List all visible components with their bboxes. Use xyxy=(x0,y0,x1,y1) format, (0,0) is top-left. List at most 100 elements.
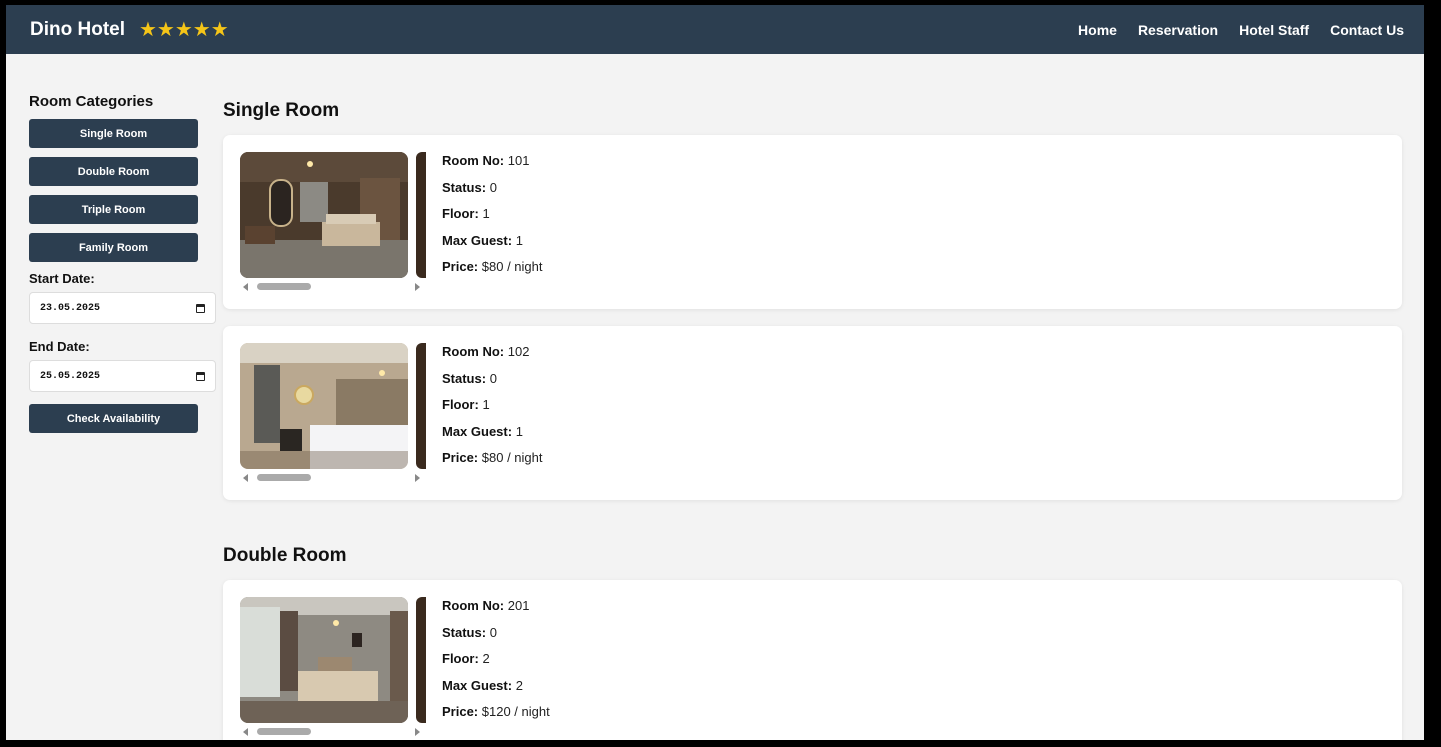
status-row: Status: 0 xyxy=(442,180,542,207)
status-label: Status: xyxy=(442,370,487,386)
scroll-left-arrow-icon[interactable] xyxy=(243,728,248,736)
room-gallery[interactable] xyxy=(240,343,426,483)
floor-value: 2 xyxy=(482,651,490,666)
calendar-icon[interactable] xyxy=(196,303,205,313)
gallery-scrollbar[interactable] xyxy=(240,725,426,737)
room-card: Room No: 201 Status: 0 Floor: 2 Max Gues… xyxy=(223,580,1402,740)
start-date-input[interactable]: 23.05.2025 xyxy=(29,292,216,324)
room-no-value: 201 xyxy=(507,598,530,613)
room-details: Room No: 101 Status: 0 Floor: 1 Max Gues… xyxy=(442,153,542,286)
price-row: Price: $80 / night xyxy=(442,450,542,477)
calendar-icon[interactable] xyxy=(196,371,205,381)
page-frame: Dino Hotel ★★★★★ Home Reservation Hotel … xyxy=(6,5,1424,740)
max-guest-row: Max Guest: 1 xyxy=(442,424,542,451)
nav-contact-us[interactable]: Contact Us xyxy=(1330,22,1404,38)
room-no-row: Room No: 102 xyxy=(442,344,542,371)
scroll-thumb[interactable] xyxy=(257,474,311,481)
max-guest-label: Max Guest: xyxy=(442,677,513,693)
status-value: 0 xyxy=(489,370,497,386)
scroll-thumb[interactable] xyxy=(257,283,311,290)
room-no-value: 102 xyxy=(507,344,530,359)
next-photo-preview[interactable] xyxy=(416,343,426,469)
scroll-right-arrow-icon[interactable] xyxy=(415,283,420,291)
end-date-input[interactable]: 25.05.2025 xyxy=(29,360,216,392)
family-room-button[interactable]: Family Room xyxy=(29,233,198,262)
max-guest-row: Max Guest: 1 xyxy=(442,233,542,260)
room-categories-heading: Room Categories xyxy=(29,93,154,110)
main-content: Single Room Room No: 101 Status: 0 Floor… xyxy=(223,100,1402,740)
floor-label: Floor: xyxy=(442,206,479,221)
room-no-row: Room No: 201 xyxy=(442,598,550,625)
scroll-left-arrow-icon[interactable] xyxy=(243,283,248,291)
max-guest-label: Max Guest: xyxy=(442,423,513,439)
sidebar: Room Categories Single Room Double Room … xyxy=(29,93,216,433)
price-row: Price: $120 / night xyxy=(442,704,550,731)
end-date-label: End Date: xyxy=(29,339,90,354)
max-guest-label: Max Guest: xyxy=(442,232,513,248)
scroll-left-arrow-icon[interactable] xyxy=(243,474,248,482)
next-photo-preview[interactable] xyxy=(416,597,426,723)
nav-home[interactable]: Home xyxy=(1078,22,1117,38)
price-label: Price: xyxy=(442,259,479,274)
status-value: 0 xyxy=(489,179,497,195)
section-title-double: Double Room xyxy=(223,545,347,566)
max-guest-row: Max Guest: 2 xyxy=(442,678,550,705)
room-no-value: 101 xyxy=(507,153,530,168)
max-guest-value: 1 xyxy=(515,423,523,439)
start-date-value: 23.05.2025 xyxy=(40,302,101,314)
status-value: 0 xyxy=(489,624,497,640)
price-value: $80 / night xyxy=(481,259,543,274)
scroll-right-arrow-icon[interactable] xyxy=(415,728,420,736)
price-value: $80 / night xyxy=(481,450,543,465)
room-details: Room No: 102 Status: 0 Floor: 1 Max Gues… xyxy=(442,344,542,477)
floor-label: Floor: xyxy=(442,651,479,666)
scroll-right-arrow-icon[interactable] xyxy=(415,474,420,482)
double-room-button[interactable]: Double Room xyxy=(29,157,198,186)
gallery-scrollbar[interactable] xyxy=(240,471,426,483)
status-row: Status: 0 xyxy=(442,625,550,652)
triple-room-button[interactable]: Triple Room xyxy=(29,195,198,224)
price-label: Price: xyxy=(442,450,479,465)
brand: Dino Hotel ★★★★★ xyxy=(30,17,229,42)
nav-links: Home Reservation Hotel Staff Contact Us xyxy=(1078,22,1404,38)
room-no-row: Room No: 101 xyxy=(442,153,542,180)
floor-row: Floor: 2 xyxy=(442,651,550,678)
single-room-button[interactable]: Single Room xyxy=(29,119,198,148)
floor-value: 1 xyxy=(482,206,490,221)
scroll-thumb[interactable] xyxy=(257,728,311,735)
start-date-label: Start Date: xyxy=(29,271,95,286)
room-photo xyxy=(240,597,408,723)
next-photo-preview[interactable] xyxy=(416,152,426,278)
section-title-single: Single Room xyxy=(223,100,340,121)
price-label: Price: xyxy=(442,704,479,719)
nav-hotel-staff[interactable]: Hotel Staff xyxy=(1239,22,1309,38)
room-no-label: Room No: xyxy=(442,344,505,359)
max-guest-value: 1 xyxy=(515,232,523,248)
brand-title[interactable]: Dino Hotel xyxy=(30,19,125,41)
gallery-scrollbar[interactable] xyxy=(240,280,426,292)
room-gallery[interactable] xyxy=(240,152,426,292)
room-no-label: Room No: xyxy=(442,153,505,168)
nav-reservation[interactable]: Reservation xyxy=(1138,22,1218,38)
room-details: Room No: 201 Status: 0 Floor: 2 Max Gues… xyxy=(442,598,550,731)
price-row: Price: $80 / night xyxy=(442,259,542,286)
max-guest-value: 2 xyxy=(515,677,523,693)
floor-label: Floor: xyxy=(442,397,479,412)
status-row: Status: 0 xyxy=(442,371,542,398)
status-label: Status: xyxy=(442,624,487,640)
star-rating: ★★★★★ xyxy=(139,19,229,41)
floor-row: Floor: 1 xyxy=(442,397,542,424)
room-photo xyxy=(240,152,408,278)
price-value: $120 / night xyxy=(481,704,550,719)
room-card: Room No: 102 Status: 0 Floor: 1 Max Gues… xyxy=(223,326,1402,500)
check-availability-button[interactable]: Check Availability xyxy=(29,404,198,433)
floor-row: Floor: 1 xyxy=(442,206,542,233)
floor-value: 1 xyxy=(482,397,490,412)
room-gallery[interactable] xyxy=(240,597,426,737)
navbar: Dino Hotel ★★★★★ Home Reservation Hotel … xyxy=(6,5,1424,54)
status-label: Status: xyxy=(442,179,487,195)
room-photo xyxy=(240,343,408,469)
room-card: Room No: 101 Status: 0 Floor: 1 Max Gues… xyxy=(223,135,1402,309)
end-date-value: 25.05.2025 xyxy=(40,370,101,382)
